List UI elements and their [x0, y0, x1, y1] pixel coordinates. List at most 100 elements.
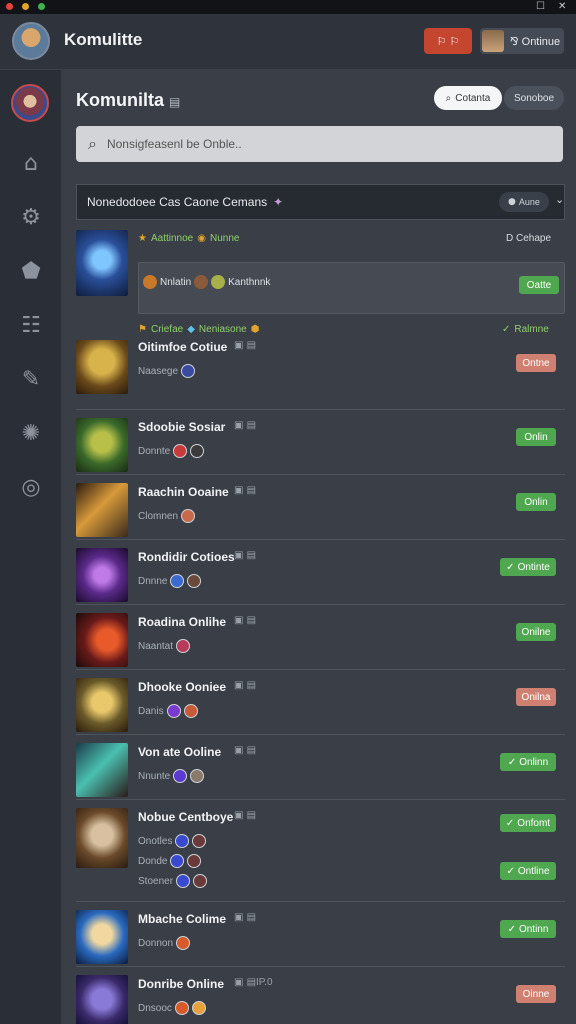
featured-card-button[interactable]: Oatte	[519, 276, 559, 294]
status-button[interactable]: ✓ Onlinn	[500, 753, 556, 771]
target-icon[interactable]: ◎	[17, 474, 45, 502]
list-item-subtitle-text: Naantat	[138, 640, 174, 652]
list-item-subtitle-text: Onotles	[138, 835, 173, 847]
home-icon[interactable]: ⌂	[17, 150, 45, 178]
rank-icon	[170, 574, 185, 588]
list-item[interactable]: Von ate Ooline ▣ ▤ Nnunte ✓ Onlinn	[76, 735, 565, 800]
status-icon: ●	[508, 197, 516, 207]
list-item[interactable]: Donribe Online ▣ ▤ Dnsooc Oinne IP.0	[76, 967, 565, 1024]
rank-icon	[193, 874, 208, 888]
chevron-down-icon[interactable]: ⌄	[555, 193, 564, 206]
status-button[interactable]: ✓ Ontline	[500, 862, 556, 880]
status-button[interactable]: Oinne	[516, 985, 556, 1003]
app-title: Komulitte	[64, 30, 143, 49]
list-item[interactable]: Sdoobie Sosiar ▣ ▤ Donnte Onlin	[76, 410, 565, 475]
list-item[interactable]: Oitimfoe Cotiue ▣ ▤ Naasege Ontne	[76, 322, 565, 410]
window-titlebar: ☐ ✕	[0, 0, 576, 14]
list-item-subtitle-text: Danis	[138, 705, 164, 717]
list-item-subtitle: Stoener	[138, 874, 208, 888]
list-item-subtitle-text: Stoener	[138, 875, 174, 887]
rank-icon	[190, 444, 205, 458]
chat-icon[interactable]: ✺	[17, 420, 45, 448]
user-menu-label: ⅋ Ontinue	[510, 35, 561, 48]
edit-icon[interactable]: ✎	[17, 366, 45, 394]
section-header[interactable]: Nonedodoee Cas Caone Cemans ✦ ● Aune ⌄	[76, 184, 565, 220]
rank-icon	[170, 854, 185, 868]
list-icon[interactable]: ☷	[17, 312, 45, 340]
status-button-label: Onfomt	[517, 817, 551, 829]
close-dot-icon[interactable]	[6, 3, 13, 10]
status-button[interactable]: Onlin	[516, 493, 556, 511]
rank-icon	[192, 834, 207, 848]
list-item[interactable]: Mbache Colime ▣ ▤ Donnon ✓ Ontinn	[76, 902, 565, 967]
list-item[interactable]: Roadina Onlihe ▣ ▤ Naantat Onilne	[76, 605, 565, 670]
featured-inner-card: Nnlatin Kanthnnk Oatte	[138, 262, 565, 314]
list-item-flags-icon: ▣ ▤	[234, 420, 257, 431]
list-item-subtitle: Danis	[138, 704, 198, 718]
list-item-thumbnail	[76, 548, 128, 602]
list-item-thumbnail	[76, 340, 128, 394]
status-button[interactable]: Onlin	[516, 428, 556, 446]
status-button[interactable]: ✓ Ontinte	[500, 558, 556, 576]
status-button[interactable]: Ontne	[516, 354, 556, 372]
featured-right-label: D Cehape	[506, 233, 552, 244]
status-button[interactable]: Onilna	[516, 688, 556, 706]
settings-icon[interactable]: ⚙	[17, 204, 45, 232]
minimize-dot-icon[interactable]	[22, 3, 29, 10]
list-item-name: Donribe Online	[138, 977, 225, 991]
app-header: Komulitte ⚐ ⚐ ⅋ Ontinue	[0, 14, 576, 70]
status-button-label: Onlinn	[519, 756, 549, 768]
list-item[interactable]: Nobue Centboye ▣ ▤ Onotles Donde Stoener ✓ Onf…	[76, 800, 565, 902]
sidebar-avatar[interactable]	[11, 84, 49, 122]
search-magnifier-icon: ⌕	[88, 134, 97, 153]
list-item-thumbnail	[76, 418, 128, 472]
list-item-thumbnail	[76, 483, 128, 537]
filter-dropdown[interactable]: Sonoboe	[504, 86, 564, 110]
list-item-thumbnail	[76, 910, 128, 964]
search-button[interactable]: ⌕ Cotanta	[434, 86, 502, 110]
status-button-label: Ontline	[517, 865, 550, 877]
list-item-name: Rondidir Cotioes	[138, 550, 235, 564]
close-icon[interactable]: ✕	[558, 1, 566, 12]
list-item-subtitle: Onotles	[138, 834, 207, 848]
featured-row[interactable]: ★ Aattinnoe ◉ Nunne D Cehape Nnlatin Kan…	[76, 230, 565, 322]
user-avatar	[482, 30, 504, 52]
list-item-subtitle: Donnon	[138, 936, 191, 950]
featured-card-text2: Kanthnnk	[228, 276, 271, 288]
search-field[interactable]: ⌕	[76, 126, 563, 162]
status-button[interactable]: ✓ Ontinn	[500, 920, 556, 938]
rank-icon	[175, 834, 190, 848]
list-item[interactable]: Raachin Ooaine ▣ ▤ Clomnen Onlin	[76, 475, 565, 540]
section-status-toggle[interactable]: ● Aune	[499, 192, 549, 212]
list-item-subtitle: Dnsooc	[138, 1001, 206, 1015]
user-menu-button[interactable]: ⅋ Ontinue	[480, 28, 564, 54]
list-item-subtitle-text: Dnsooc	[138, 1002, 172, 1014]
check-icon: ✓	[507, 756, 517, 768]
page-title-icon: ▤	[169, 95, 181, 109]
list-item[interactable]: Rondidir Cotioes ▣ ▤ Dnnne ✓ Ontinte	[76, 540, 565, 605]
list-item-thumbnail	[76, 613, 128, 667]
app-avatar[interactable]	[12, 22, 50, 60]
status-button[interactable]: ✓ Onfomt	[500, 814, 556, 832]
list-item-name: Nobue Centboye	[138, 810, 234, 824]
featured-tags: ★ Aattinnoe ◉ Nunne	[138, 233, 239, 244]
rank-icon	[191, 1001, 206, 1015]
list-item-name: Oitimfoe Cotiue	[138, 340, 228, 354]
list-item-flags-icon: ▣ ▤	[234, 912, 257, 923]
notification-button[interactable]: ⚐ ⚐	[424, 28, 472, 54]
rank-icon	[190, 769, 205, 783]
status-button-label: Onilna	[521, 691, 551, 703]
list-item[interactable]: Dhooke Ooniee ▣ ▤ Danis Onilna	[76, 670, 565, 735]
shield-icon[interactable]: ⬟	[17, 258, 45, 286]
status-button[interactable]: Onilne	[516, 623, 556, 641]
featured-tag2: Nunne	[209, 233, 240, 244]
list-item-subtitle: Naasege	[138, 364, 196, 378]
search-input[interactable]	[106, 137, 527, 151]
list-item-flags-icon: ▣ ▤	[234, 615, 257, 626]
rank-icon	[181, 364, 196, 378]
status-button-label: Onlin	[524, 496, 548, 508]
zoom-dot-icon[interactable]	[38, 3, 45, 10]
list-item-name: Dhooke Ooniee	[138, 680, 227, 694]
maximize-icon[interactable]: ☐	[536, 1, 545, 12]
list-item-flags-icon: ▣ ▤	[234, 810, 257, 821]
